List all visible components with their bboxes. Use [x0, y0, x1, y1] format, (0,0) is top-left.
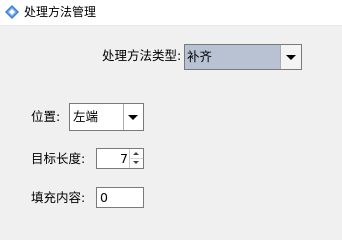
arrow-up-icon: [133, 152, 139, 155]
target-length-stepper[interactable]: 7: [96, 148, 144, 169]
chevron-down-icon: [128, 115, 138, 120]
method-type-value: 补齐: [187, 49, 213, 64]
position-dropdown-button[interactable]: [123, 104, 143, 130]
title-bar: 处理方法管理: [0, 0, 342, 26]
fill-content-input[interactable]: 0: [96, 187, 144, 208]
chevron-down-icon: [286, 55, 296, 60]
method-type-dropdown-button[interactable]: [280, 45, 301, 69]
position-label: 位置:: [31, 109, 61, 124]
fill-content-value: 0: [100, 190, 108, 205]
stepper-down-button[interactable]: [130, 159, 143, 168]
method-type-label: 处理方法类型:: [102, 48, 182, 63]
window-title: 处理方法管理: [24, 5, 97, 19]
fill-content-label: 填充内容:: [31, 190, 86, 205]
position-dropdown[interactable]: 左端: [69, 103, 144, 131]
stepper-arrows: [129, 149, 143, 168]
arrow-down-icon: [133, 161, 139, 164]
target-length-label: 目标长度:: [31, 151, 86, 166]
app-diamond-icon: [5, 5, 19, 19]
position-value: 左端: [73, 109, 99, 124]
target-length-value: 7: [120, 151, 128, 166]
stepper-up-button[interactable]: [130, 149, 143, 159]
method-type-dropdown[interactable]: 补齐: [184, 44, 302, 70]
